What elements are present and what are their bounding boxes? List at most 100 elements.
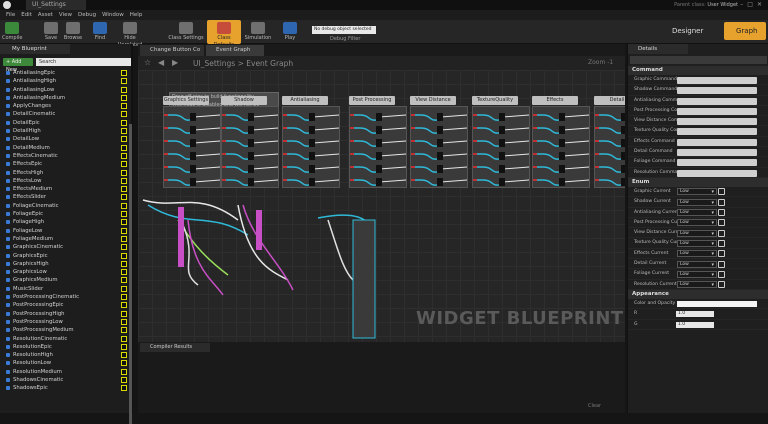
variable-row[interactable]: EffectsHigh [0,169,131,177]
property-value-field[interactable] [677,118,757,126]
graph-mode-button[interactable]: Graph [724,22,766,40]
menu-debug[interactable]: Debug [78,10,96,20]
reset-toggle-icon[interactable] [718,270,725,278]
hide-unrelated-button[interactable]: Hide Unrelated [112,20,148,48]
compile-button[interactable]: Compile [2,20,22,44]
variable-row[interactable]: GraphicsLow [0,268,131,276]
visibility-eye-icon[interactable] [121,177,127,184]
compiler-results-tab[interactable]: Compiler Results [140,343,210,352]
visibility-eye-icon[interactable] [121,128,127,135]
enum-dropdown[interactable]: Low [677,270,717,278]
visibility-eye-icon[interactable] [121,169,127,176]
enum-dropdown[interactable]: Low [677,229,717,237]
property-value-field[interactable] [677,159,757,167]
color-swatch[interactable] [677,300,757,307]
variable-row[interactable]: ApplyChanges [0,102,131,110]
visibility-eye-icon[interactable] [121,244,127,251]
blueprint-search-input[interactable]: Search [36,58,131,66]
visibility-eye-icon[interactable] [121,376,127,383]
variable-row[interactable]: PostProcessingHigh [0,310,131,318]
variable-row[interactable]: FoliageLow [0,227,131,235]
reset-toggle-icon[interactable] [718,281,725,289]
variable-row[interactable]: FoliageEpic [0,210,131,218]
find-button[interactable]: Find [90,20,110,44]
property-value-field[interactable] [677,87,757,95]
visibility-eye-icon[interactable] [121,144,127,151]
variable-row[interactable]: ShadowsEpic [0,384,131,392]
visibility-eye-icon[interactable] [121,136,127,143]
variable-row[interactable]: AntialiasingHigh [0,77,131,85]
enum-dropdown[interactable]: Low [677,260,717,268]
visibility-eye-icon[interactable] [121,94,127,101]
variable-row[interactable]: PostProcessingEpic [0,301,131,309]
variable-row[interactable]: DetailCinematic [0,110,131,118]
details-tab[interactable]: Details [628,44,688,54]
command-section-header[interactable]: Command [628,66,768,75]
visibility-eye-icon[interactable] [121,260,127,267]
window-tab[interactable]: UI_Settings [26,0,86,10]
save-button[interactable]: Save [42,20,60,44]
menu-view[interactable]: View [59,10,72,20]
graph-node[interactable] [352,219,376,339]
details-search-input[interactable] [630,56,767,64]
visibility-eye-icon[interactable] [121,294,127,301]
visibility-eye-icon[interactable] [121,119,127,126]
visibility-eye-icon[interactable] [121,285,127,292]
variable-row[interactable]: GraphicsCinematic [0,243,131,251]
visibility-eye-icon[interactable] [121,202,127,209]
variable-row[interactable]: GraphicsEpic [0,252,131,260]
variable-row[interactable]: AntialiasingLow [0,86,131,94]
visibility-eye-icon[interactable] [121,86,127,93]
variable-row[interactable]: ShadowsCinematic [0,376,131,384]
enum-dropdown[interactable]: Low [677,219,717,227]
variable-list-scrollbar[interactable] [129,124,132,424]
play-button[interactable]: Play [280,20,300,44]
variable-row[interactable]: AntialiasingMedium [0,94,131,102]
enum-dropdown[interactable]: Low [677,281,717,289]
menu-asset[interactable]: Asset [38,10,53,20]
variable-row[interactable]: ResolutionEpic [0,343,131,351]
reset-toggle-icon[interactable] [718,219,725,227]
variable-row[interactable]: EffectsSlider [0,193,131,201]
property-value-field[interactable] [677,77,757,84]
property-value-field[interactable] [677,149,757,157]
visibility-eye-icon[interactable] [121,385,127,392]
variable-row[interactable]: DetailHigh [0,127,131,135]
variable-row[interactable]: MusicSlider [0,285,131,293]
variable-row[interactable]: DetailEpic [0,119,131,127]
graph-node[interactable] [256,210,262,250]
variable-row[interactable]: PostProcessingCinematic [0,293,131,301]
appearance-section-header[interactable]: Appearance [628,289,768,299]
variable-row[interactable]: GraphicsHigh [0,260,131,268]
menu-window[interactable]: Window [102,10,124,20]
class-settings-button[interactable]: Class Settings [168,20,204,44]
enum-dropdown[interactable]: Low [677,239,717,247]
visibility-eye-icon[interactable] [121,343,127,350]
enum-dropdown[interactable]: Low [677,250,717,258]
visibility-eye-icon[interactable] [121,352,127,359]
property-value-field[interactable] [677,97,757,105]
enum-dropdown[interactable]: Low [677,209,717,217]
visibility-eye-icon[interactable] [121,277,127,284]
tab-event-graph[interactable]: Event Graph [206,45,264,56]
property-value-field[interactable] [677,128,757,136]
visibility-eye-icon[interactable] [121,78,127,85]
reset-toggle-icon[interactable] [718,239,725,247]
visibility-eye-icon[interactable] [121,368,127,375]
variable-row[interactable]: ResolutionHigh [0,351,131,359]
menu-help[interactable]: Help [130,10,143,20]
property-value-field[interactable] [677,107,757,115]
variable-row[interactable]: PostProcessingLow [0,318,131,326]
enum-dropdown[interactable]: Low [677,188,717,196]
visibility-eye-icon[interactable] [121,70,127,76]
visibility-eye-icon[interactable] [121,194,127,201]
reset-toggle-icon[interactable] [718,209,725,217]
variable-row[interactable]: ResolutionLow [0,359,131,367]
star-icon[interactable]: ☆ [144,58,151,67]
variable-row[interactable]: ResolutionMedium [0,368,131,376]
visibility-eye-icon[interactable] [121,302,127,309]
variable-row[interactable]: FoliageHigh [0,218,131,226]
visibility-eye-icon[interactable] [121,235,127,242]
variable-row[interactable]: EffectsEpic [0,160,131,168]
visibility-eye-icon[interactable] [121,327,127,334]
